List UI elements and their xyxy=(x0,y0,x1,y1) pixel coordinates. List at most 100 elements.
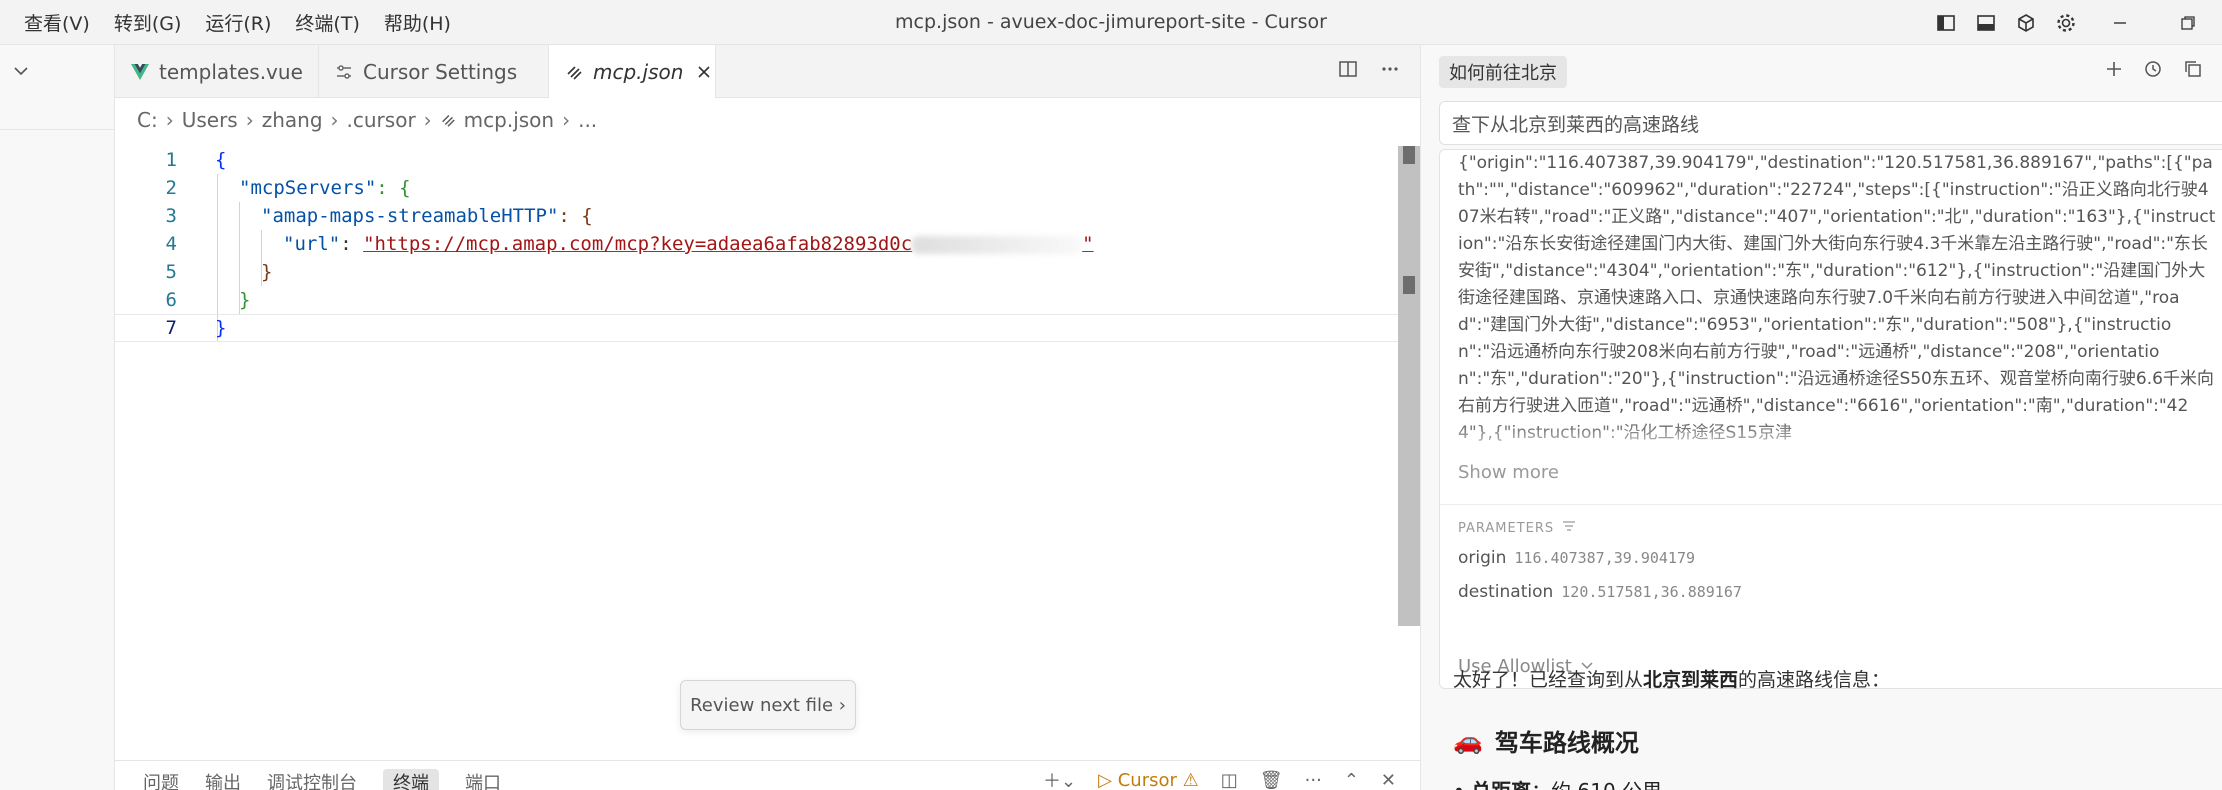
chevron-down-icon[interactable] xyxy=(10,60,32,87)
history-icon[interactable] xyxy=(2143,59,2163,84)
chevron-right-icon: › xyxy=(165,108,174,132)
json-icon xyxy=(440,112,456,128)
code-text: } xyxy=(239,289,251,311)
divider xyxy=(1440,504,2222,505)
tool-result-text: {"origin":"116.407387,39.904179","destin… xyxy=(1458,153,2216,443)
close-icon[interactable]: ✕ xyxy=(1381,770,1396,790)
close-icon[interactable] xyxy=(697,65,711,79)
chat-header: 如何前往北京 xyxy=(1421,45,2222,98)
more-actions-icon[interactable] xyxy=(1380,59,1400,84)
code-line: 3 "amap-maps-streamableHTTP": { xyxy=(115,202,1400,230)
breadcrumb-item[interactable]: ... xyxy=(578,108,597,132)
panel-tab-ports[interactable]: 端口 xyxy=(465,769,501,790)
code-line: 4 "url": "https://mcp.amap.com/mcp?key=a… xyxy=(115,230,1400,258)
cube-icon[interactable] xyxy=(2006,0,2046,45)
editor-tab-bar: templates.vue Cursor Settings mcp.json xyxy=(115,45,1420,99)
menu-bar: 查看(V) 转到(G) 运行(R) 终端(T) 帮助(H) xyxy=(12,0,463,45)
url-string: "https://mcp.amap.com/mcp?key=adaea6afab… xyxy=(363,233,913,255)
chevron-right-icon: › xyxy=(423,108,432,132)
param-destination: destination 120.517581,36.889167 xyxy=(1458,582,1742,602)
title-bar: 查看(V) 转到(G) 运行(R) 终端(T) 帮助(H) mcp.json -… xyxy=(0,0,2222,45)
review-next-file-button[interactable]: Review next file › xyxy=(680,680,856,730)
warning-icon: ⚠ xyxy=(1182,769,1199,790)
line-number: 7 xyxy=(165,317,177,339)
code-line: 2 "mcpServers": { xyxy=(115,174,1400,202)
panel-tab-output[interactable]: 输出 xyxy=(205,769,241,790)
code-text: "amap-maps-streamableHTTP": { xyxy=(261,205,593,227)
tab-label: mcp.json xyxy=(593,60,684,84)
show-more-link[interactable]: Show more xyxy=(1458,462,1559,483)
panel-tab-terminal[interactable]: 终端 xyxy=(383,769,439,790)
line-number: 4 xyxy=(165,233,177,255)
editor-actions xyxy=(1338,45,1400,98)
chat-panel: 如何前往北京 查下从北京到莱西的高速路线 {"origin":"116.4073… xyxy=(1420,45,2222,790)
menu-terminal[interactable]: 终端(T) xyxy=(283,9,371,36)
settings-icon xyxy=(335,63,353,81)
code-text: "mcpServers": { xyxy=(239,177,411,199)
parameters-heading: PARAMETERS xyxy=(1458,520,1576,536)
menu-go[interactable]: 转到(G) xyxy=(102,9,194,36)
tool-call-card: {"origin":"116.407387,39.904179","destin… xyxy=(1439,149,2222,689)
assistant-answer: 太好了！已经查询到从北京到莱西的高速路线信息： xyxy=(1453,669,1891,691)
split-terminal-icon[interactable]: ◫ xyxy=(1221,770,1238,790)
breadcrumb: C: › Users › zhang › .cursor › mcp.json … xyxy=(115,98,1420,142)
code-line: 6 } xyxy=(115,286,1400,314)
car-icon: 🚗 xyxy=(1453,726,1483,755)
panel-tab-problems[interactable]: 问题 xyxy=(143,769,179,790)
code-text: { xyxy=(215,149,227,171)
line-number: 2 xyxy=(165,177,177,199)
menu-help[interactable]: 帮助(H) xyxy=(372,9,463,36)
param-origin: origin 116.407387,39.904179 xyxy=(1458,548,1696,568)
split-editor-icon[interactable] xyxy=(1338,59,1358,84)
editor-scrollbar[interactable] xyxy=(1398,146,1420,626)
copy-icon[interactable] xyxy=(2183,59,2203,84)
code-text: } xyxy=(261,261,273,283)
tab-templates-vue[interactable]: templates.vue xyxy=(115,45,319,98)
chevron-up-icon[interactable]: ⌃ xyxy=(1344,770,1359,790)
chat-tab[interactable]: 如何前往北京 xyxy=(1439,56,1567,88)
code-text: "url": "https://mcp.amap.com/mcp?key=ada… xyxy=(283,233,1094,255)
panel-tab-debug-console[interactable]: 调试控制台 xyxy=(267,769,357,790)
breadcrumb-item[interactable]: C: xyxy=(137,108,158,132)
toggle-sidebar-icon[interactable] xyxy=(1926,0,1966,45)
title-tools xyxy=(1926,0,2222,45)
breadcrumb-item[interactable]: mcp.json xyxy=(464,108,554,132)
breadcrumb-item[interactable]: zhang xyxy=(262,108,323,132)
tab-cursor-settings[interactable]: Cursor Settings xyxy=(319,45,549,98)
breadcrumb-item[interactable]: Users xyxy=(182,108,238,132)
scroll-mark xyxy=(1403,146,1415,164)
panel-actions: ＋⌄ ▷ Cursor ⚠ ◫ 🗑 ··· ⌃ ✕ xyxy=(1043,767,1396,790)
plus-icon[interactable] xyxy=(2105,60,2123,83)
trash-icon[interactable]: 🗑 xyxy=(1260,770,1283,790)
left-strip xyxy=(0,45,115,790)
chevron-right-icon: › xyxy=(562,108,571,132)
add-terminal-icon[interactable]: ＋⌄ xyxy=(1043,767,1076,790)
terminal-select[interactable]: ▷ Cursor ⚠ xyxy=(1098,770,1199,790)
menu-view[interactable]: 查看(V) xyxy=(12,9,102,36)
user-query[interactable]: 查下从北京到莱西的高速路线 xyxy=(1439,101,2222,145)
fade-overlay xyxy=(1440,420,2222,460)
line-number: 5 xyxy=(165,261,177,283)
code-editor[interactable]: 1 { 2 "mcpServers": { 3 "amap-maps-strea… xyxy=(115,146,1400,746)
tab-label: templates.vue xyxy=(159,59,303,84)
chevron-right-icon: › xyxy=(330,108,339,132)
scroll-mark xyxy=(1403,276,1415,294)
divider xyxy=(0,129,115,130)
list-item: • 总距离：约 610 公里 xyxy=(1453,775,1662,790)
restore-icon[interactable] xyxy=(2154,0,2222,45)
chevron-right-icon: › xyxy=(245,108,254,132)
code-text: } xyxy=(215,317,227,339)
filter-icon xyxy=(1562,520,1576,536)
toggle-panel-icon[interactable] xyxy=(1966,0,2006,45)
tab-label: Cursor Settings xyxy=(363,59,518,84)
gear-icon[interactable] xyxy=(2046,0,2086,45)
tab-mcp-json[interactable]: mcp.json xyxy=(549,45,716,99)
breadcrumb-item[interactable]: .cursor xyxy=(347,108,416,132)
menu-run[interactable]: 运行(R) xyxy=(193,9,283,36)
code-line: 5 } xyxy=(115,258,1400,286)
panel-tabs: 问题 输出 调试控制台 终端 端口 xyxy=(143,769,501,790)
line-number: 1 xyxy=(165,149,177,171)
minimize-icon[interactable] xyxy=(2086,0,2154,45)
chat-actions xyxy=(2105,45,2203,98)
more-actions-icon[interactable]: ··· xyxy=(1305,770,1322,790)
